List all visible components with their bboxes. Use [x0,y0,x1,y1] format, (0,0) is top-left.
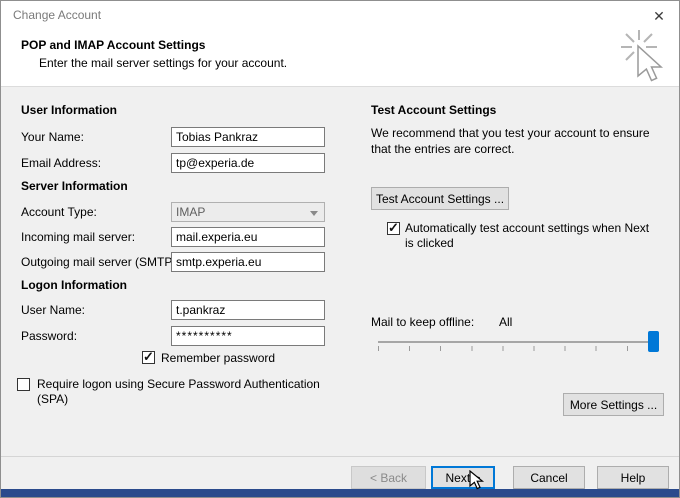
slider-track[interactable] [378,341,659,343]
dialog-header: POP and IMAP Account Settings Enter the … [1,29,679,87]
slider-handle[interactable] [648,331,659,352]
close-icon: ✕ [653,8,665,24]
more-settings-button[interactable]: More Settings ... [563,393,664,416]
account-type-label: Account Type: [21,205,97,219]
your-name-label: Your Name: [21,130,84,144]
page-title: POP and IMAP Account Settings [21,38,206,52]
password-label: Password: [21,329,78,343]
help-button[interactable]: Help [597,466,669,489]
offline-slider[interactable] [378,329,659,355]
spa-label: Require logon using Secure Password Auth… [37,377,320,406]
title-bar: Change Account ✕ [1,1,679,29]
outgoing-server-label: Outgoing mail server (SMTP): [21,255,180,269]
close-button[interactable]: ✕ [649,6,669,26]
remember-password-label: Remember password [161,351,276,365]
remember-password-checkbox[interactable] [142,349,155,365]
footer-separator [1,456,679,457]
next-button[interactable]: Next > [431,466,495,489]
test-account-settings-description: We recommend that you test your account … [371,126,650,156]
account-type-select: IMAP [171,202,325,222]
incoming-server-label: Incoming mail server: [21,230,136,244]
email-address-label: Email Address: [21,156,102,170]
logon-information-heading: Logon Information [21,278,127,292]
auto-test-checkbox[interactable] [387,220,400,236]
change-account-dialog: Change Account ✕ POP and IMAP Account Se… [0,0,680,498]
your-name-input[interactable] [171,127,325,147]
back-button: < Back [351,466,426,489]
offline-value: All [499,315,513,329]
sparkle-cursor-icon [621,30,664,82]
user-name-input[interactable] [171,300,325,320]
bottom-accent-bar [1,489,679,497]
user-name-label: User Name: [21,303,86,317]
incoming-server-input[interactable] [171,227,325,247]
window-title: Change Account [13,8,102,22]
test-account-settings-heading: Test Account Settings [371,103,497,117]
test-account-settings-button[interactable]: Test Account Settings ... [371,187,509,210]
password-input[interactable] [171,326,325,346]
page-subtitle: Enter the mail server settings for your … [39,56,288,70]
cancel-button[interactable]: Cancel [513,466,585,489]
server-information-heading: Server Information [21,179,128,193]
outgoing-server-input[interactable] [171,252,325,272]
email-address-input[interactable] [171,153,325,173]
spa-checkbox[interactable] [17,378,30,391]
offline-label: Mail to keep offline: [371,315,475,329]
user-information-heading: User Information [21,103,118,117]
slider-ticks [378,346,659,351]
auto-test-label: Automatically test account settings when… [405,221,650,250]
